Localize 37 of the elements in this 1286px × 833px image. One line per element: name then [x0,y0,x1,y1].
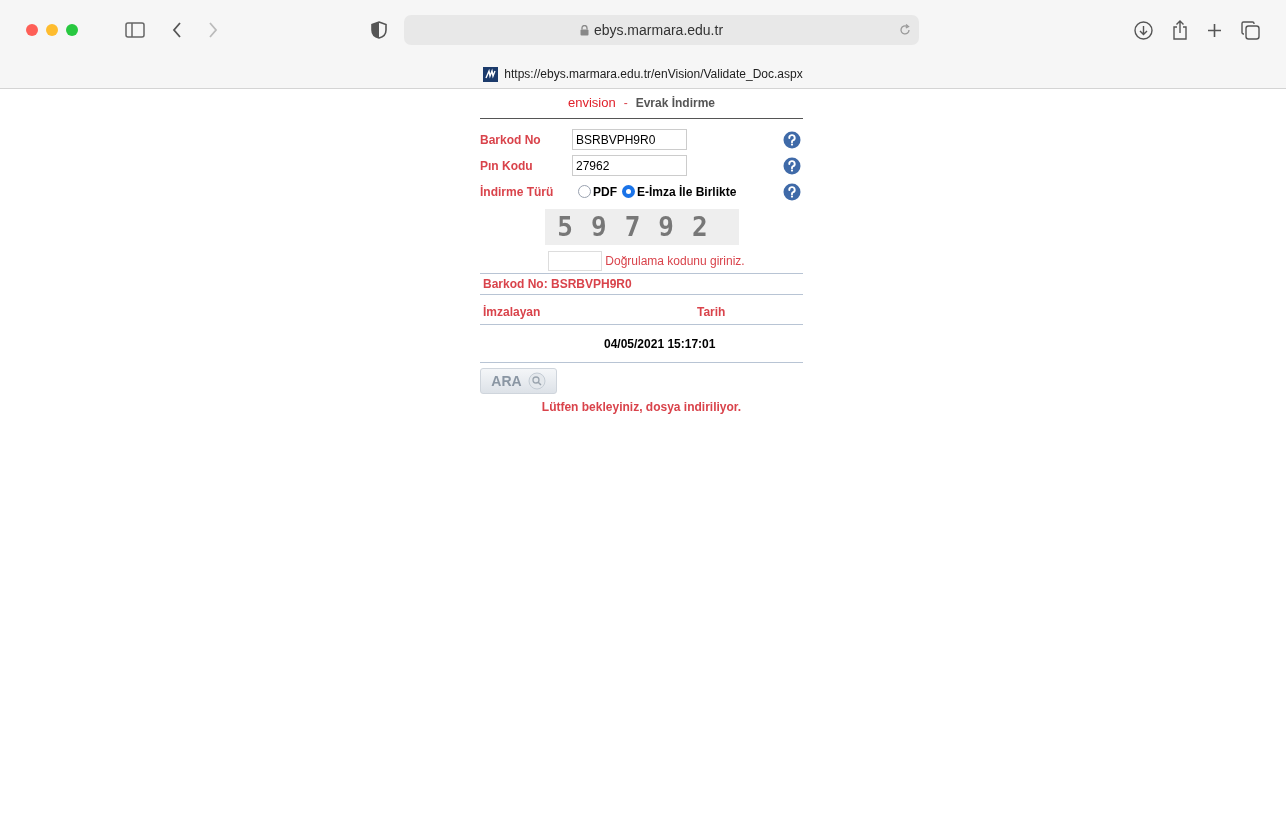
radio-label: E-İmza İle Birlikte [637,183,737,201]
captcha-prompt: Doğrulama kodunu giriniz. [605,253,745,270]
title-separator: - [623,95,628,112]
column-header: Tarih [697,304,726,321]
tab-title[interactable]: https://ebys.marmara.edu.tr/enVision/Validate_Doc.aspx [504,65,803,83]
help-icon[interactable] [783,130,801,149]
radio-button[interactable] [622,185,635,198]
captcha-image: 59792 [544,209,739,245]
sidebar-icon[interactable] [125,22,145,38]
search-icon [527,372,546,390]
verification-code-field[interactable] [548,251,603,271]
lock-icon [579,24,589,36]
share-icon[interactable] [1172,20,1188,40]
text-field[interactable]: BSRBVPH9R0 [572,129,687,150]
back-icon[interactable] [172,22,182,38]
field-label: Barkod No [480,131,542,149]
radio-label: PDF [593,183,617,201]
barcode-summary: Barkod No: BSRBVPH9R0 [483,276,632,293]
address-text: ebys.marmara.edu.tr [593,20,724,40]
radio-button[interactable] [578,185,591,198]
status-message: Lütfen bekleyiniz, dosya indiriliyor. [540,399,743,416]
close-window-icon[interactable] [26,24,38,36]
download-icon[interactable] [1134,20,1153,40]
help-icon[interactable] [783,156,801,175]
site-favicon [483,66,499,82]
help-icon[interactable] [783,182,801,201]
shield-icon[interactable] [371,21,387,39]
page-title: Evrak İndirme [635,95,716,112]
field-label: Pın Kodu [480,157,534,175]
tabs-overview-icon[interactable] [1241,20,1260,40]
address-bar[interactable]: ebys.marmara.edu.tr [404,15,919,45]
field-label: İndirme Türü [480,183,555,201]
text-field[interactable]: 27962 [572,155,687,176]
envision-logo: envision [567,93,616,112]
plus-icon[interactable] [1207,22,1222,38]
table-cell-text: 04/05/2021 15:17:01 [604,335,716,353]
column-header: İmzalayan [483,304,542,321]
